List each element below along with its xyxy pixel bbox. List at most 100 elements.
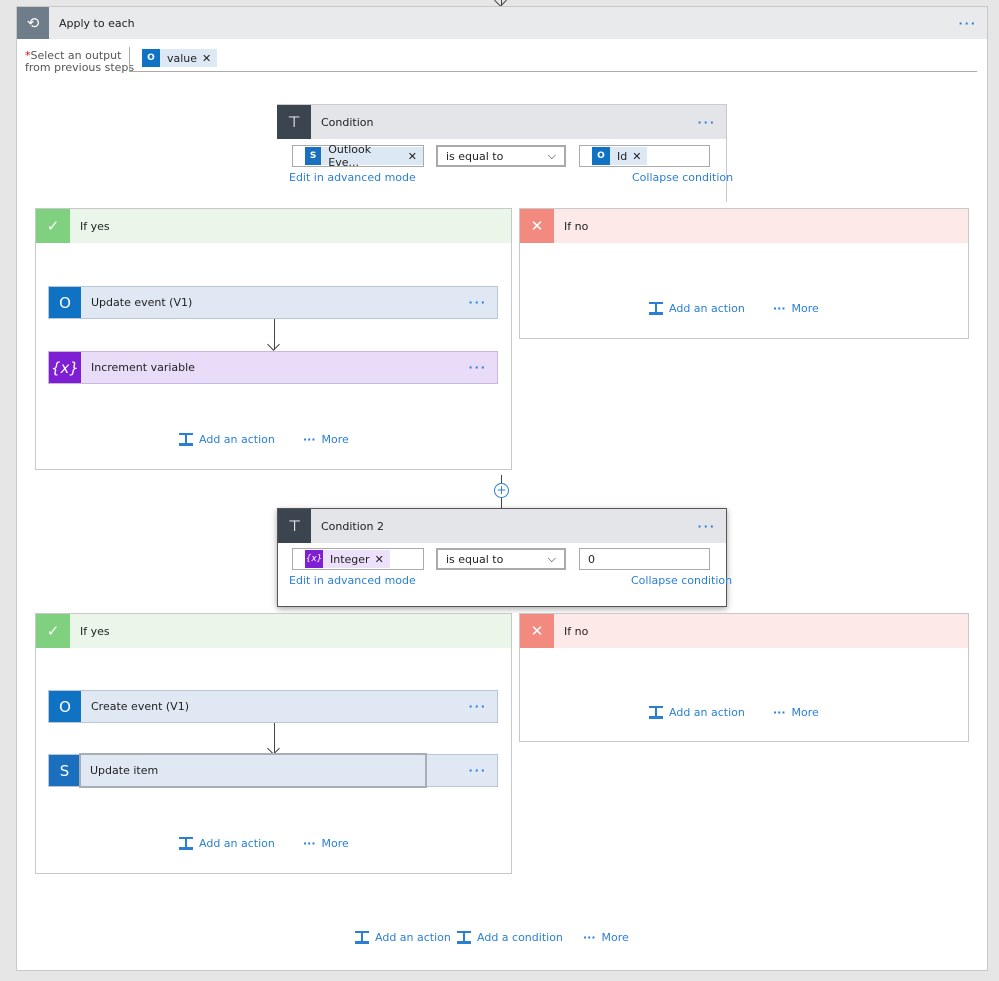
sharepoint-icon: S bbox=[49, 755, 80, 786]
outlook-event-token: S Outlook Eve... ✕ bbox=[305, 143, 423, 169]
action-title: Update event (V1) bbox=[91, 296, 193, 309]
action-menu-button[interactable]: ··· bbox=[468, 287, 487, 318]
add-action-label: Add an action bbox=[669, 706, 745, 719]
collapse-condition-link[interactable]: Collapse condition bbox=[631, 574, 732, 587]
token-label: value bbox=[167, 51, 198, 65]
if-yes-header: ✓ If yes bbox=[36, 209, 511, 243]
if-yes-header: ✓ If yes bbox=[36, 614, 511, 648]
more-label: More bbox=[601, 931, 629, 944]
connector-arrow bbox=[274, 319, 275, 350]
insert-step-plus-icon[interactable]: + bbox=[494, 483, 509, 498]
more-dots-icon: ··· bbox=[303, 837, 316, 850]
condition-right-operand[interactable]: O Id ✕ bbox=[579, 145, 710, 167]
action-update-event[interactable]: O Update event (V1) ··· bbox=[48, 286, 498, 319]
more-button[interactable]: ··· More bbox=[773, 302, 819, 315]
apply-title: Apply to each bbox=[59, 16, 135, 30]
edit-advanced-mode-link[interactable]: Edit in advanced mode bbox=[289, 574, 416, 587]
action-increment-variable[interactable]: {x} Increment variable ··· bbox=[48, 351, 498, 384]
select-label-line2: from previous steps bbox=[25, 61, 135, 74]
add-action-icon bbox=[649, 302, 663, 315]
check-icon: ✓ bbox=[36, 614, 70, 648]
add-action-icon bbox=[649, 706, 663, 719]
check-icon: ✓ bbox=[36, 209, 70, 243]
add-action-icon bbox=[179, 837, 193, 850]
condition-menu-button[interactable]: ··· bbox=[697, 509, 716, 543]
add-action-label: Add an action bbox=[375, 931, 451, 944]
select-output-label: *Select an output from previous steps bbox=[25, 50, 134, 74]
add-action-button[interactable]: Add an action bbox=[179, 837, 275, 850]
condition-icon: ⊤ bbox=[277, 105, 311, 139]
apply-menu-button[interactable]: ··· bbox=[958, 7, 977, 39]
add-action-button[interactable]: Add an action bbox=[179, 433, 275, 446]
remove-token-icon[interactable]: ✕ bbox=[202, 52, 211, 65]
condition-2-left-operand[interactable]: {x} Integer ✕ bbox=[292, 548, 424, 570]
add-action-label: Add an action bbox=[199, 837, 275, 850]
action-update-item[interactable]: S Update item ··· bbox=[48, 753, 498, 788]
collapse-condition-link[interactable]: Collapse condition bbox=[632, 171, 733, 184]
add-action-label: Add an action bbox=[199, 433, 275, 446]
footer-add-action-button[interactable]: Add an action bbox=[355, 931, 451, 944]
outlook-icon: O bbox=[49, 691, 81, 722]
loop-icon: ⟲ bbox=[17, 7, 49, 39]
action-menu-button[interactable]: ··· bbox=[468, 352, 487, 383]
footer-add-condition-button[interactable]: Add a condition bbox=[457, 931, 563, 944]
condition-icon: ⊤ bbox=[278, 509, 311, 543]
add-action-button[interactable]: Add an action bbox=[649, 706, 745, 719]
if-no-branch-2: ✕ If no bbox=[519, 613, 969, 742]
right-value: 0 bbox=[588, 552, 595, 566]
more-label: More bbox=[321, 433, 349, 446]
if-no-title: If no bbox=[564, 624, 589, 638]
if-no-branch: ✕ If no bbox=[519, 208, 969, 339]
action-menu-button[interactable]: ··· bbox=[468, 755, 487, 786]
operator-select[interactable]: is equal to ⌵ bbox=[436, 548, 566, 570]
more-button[interactable]: ··· More bbox=[303, 433, 349, 446]
outlook-icon: O bbox=[142, 49, 160, 67]
add-action-label: Add an action bbox=[669, 302, 745, 315]
apply-to-each-header[interactable]: ⟲ Apply to each ··· bbox=[17, 7, 987, 39]
operator-value: is equal to bbox=[446, 552, 504, 566]
chevron-down-icon: ⌵ bbox=[547, 149, 556, 162]
chevron-down-icon: ⌵ bbox=[547, 552, 556, 565]
action-menu-button[interactable]: ··· bbox=[468, 691, 487, 722]
connector-arrow bbox=[274, 723, 275, 754]
footer-more-button[interactable]: ··· More bbox=[583, 931, 629, 944]
remove-token-icon[interactable]: ✕ bbox=[632, 150, 641, 163]
edit-advanced-mode-link[interactable]: Edit in advanced mode bbox=[289, 171, 416, 184]
condition-menu-button[interactable]: ··· bbox=[697, 105, 716, 139]
if-yes-title: If yes bbox=[80, 219, 110, 233]
add-action-icon bbox=[179, 433, 193, 446]
condition-2-header[interactable]: ⊤ Condition 2 ··· bbox=[278, 509, 726, 543]
more-button[interactable]: ··· More bbox=[773, 706, 819, 719]
if-yes-title: If yes bbox=[80, 624, 110, 638]
remove-token-icon[interactable]: ✕ bbox=[375, 553, 384, 566]
value-token: Ovalue ✕ bbox=[142, 49, 218, 67]
action-create-event[interactable]: O Create event (V1) ··· bbox=[48, 690, 498, 723]
more-dots-icon: ··· bbox=[303, 433, 316, 446]
sharepoint-icon: S bbox=[305, 147, 322, 165]
close-icon: ✕ bbox=[520, 614, 554, 648]
more-label: More bbox=[791, 706, 819, 719]
id-token: O Id ✕ bbox=[592, 147, 648, 165]
drag-selection-outline bbox=[79, 753, 427, 788]
outlook-icon: O bbox=[592, 147, 610, 165]
condition-2-right-operand[interactable]: 0 bbox=[579, 548, 710, 570]
more-label: More bbox=[791, 302, 819, 315]
remove-token-icon[interactable]: ✕ bbox=[408, 150, 417, 163]
more-button[interactable]: ··· More bbox=[303, 837, 349, 850]
condition-left-operand[interactable]: S Outlook Eve... ✕ bbox=[292, 143, 424, 169]
action-title: Increment variable bbox=[91, 361, 195, 374]
condition-header[interactable]: ⊤ Condition ··· bbox=[277, 105, 726, 139]
variable-icon: {x} bbox=[305, 550, 323, 568]
more-label: More bbox=[321, 837, 349, 850]
add-action-button[interactable]: Add an action bbox=[649, 302, 745, 315]
select-output-input[interactable]: Ovalue ✕ bbox=[129, 47, 977, 72]
integer-token: {x} Integer ✕ bbox=[305, 550, 390, 568]
token-label: Integer bbox=[330, 552, 370, 566]
more-dots-icon: ··· bbox=[773, 706, 786, 719]
more-dots-icon: ··· bbox=[583, 931, 596, 944]
outlook-icon: O bbox=[49, 287, 81, 318]
more-dots-icon: ··· bbox=[773, 302, 786, 315]
add-action-icon bbox=[355, 931, 369, 944]
operator-value: is equal to bbox=[446, 149, 504, 163]
operator-select[interactable]: is equal to ⌵ bbox=[436, 145, 566, 167]
